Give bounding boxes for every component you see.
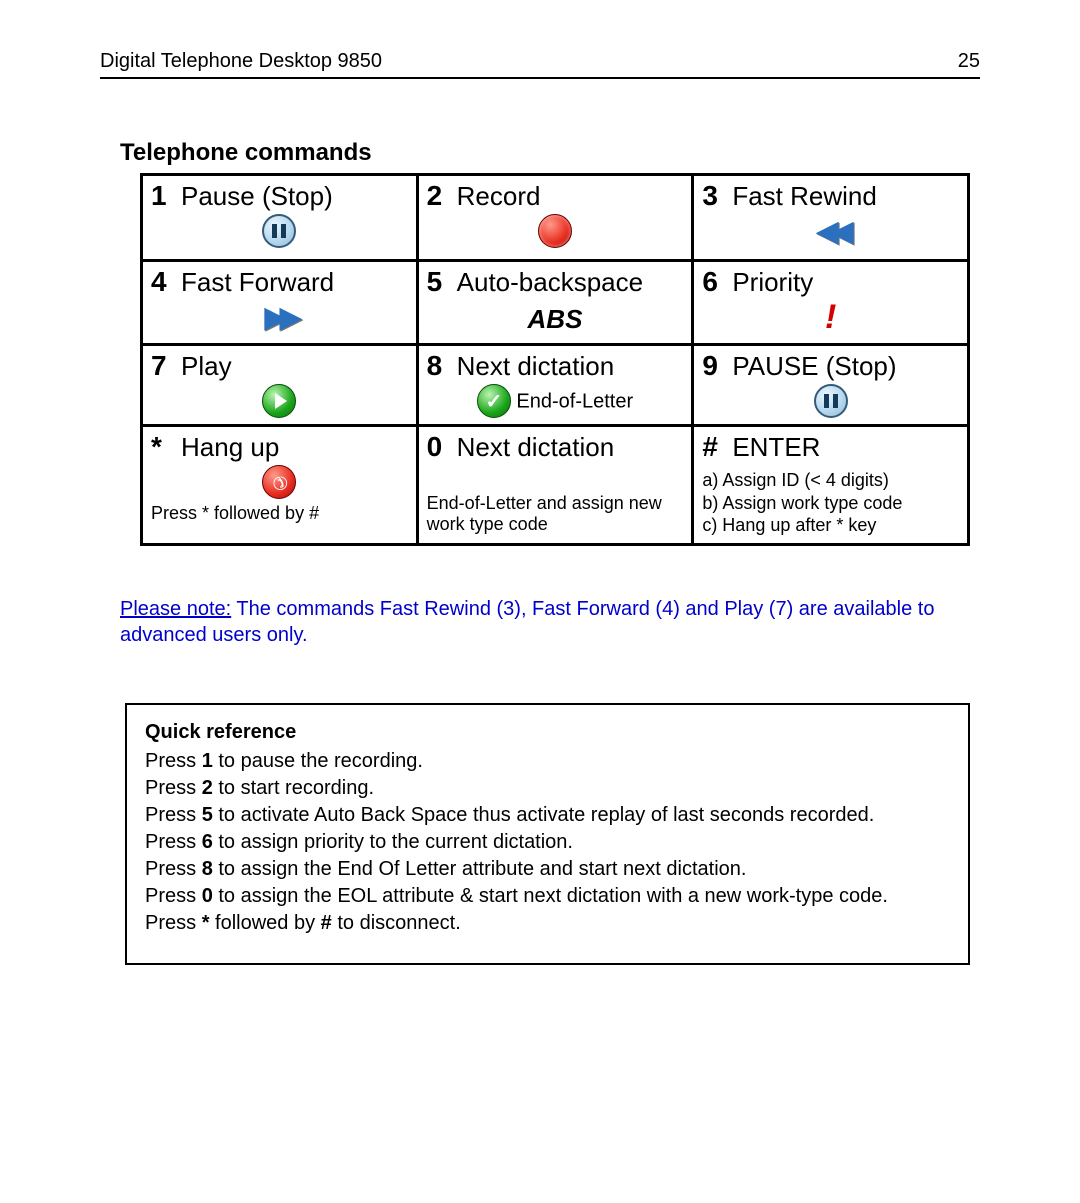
- key-hash: #: [702, 431, 722, 463]
- next-dictation-0-note: End-of-Letter and assign new work type c…: [427, 493, 684, 535]
- cell-6: 6 Priority !: [693, 261, 969, 345]
- cell-9: 9 PAUSE (Stop): [693, 345, 969, 426]
- cell-7: 7 Play: [142, 345, 418, 426]
- label-next-dictation-0: Next dictation: [457, 432, 615, 463]
- quickref-line-4: Press 6 to assign priority to the curren…: [145, 829, 950, 856]
- cell-8: 8 Next dictation ✓ End-of-Letter: [417, 345, 693, 426]
- label-play: Play: [181, 351, 232, 382]
- hangup-icon: ✆: [262, 465, 296, 499]
- label-fast-rewind: Fast Rewind: [732, 181, 877, 212]
- label-priority: Priority: [732, 267, 813, 298]
- quickref-line-5: Press 8 to assign the End Of Letter attr…: [145, 856, 950, 883]
- forward-icon: ▶▶: [264, 301, 294, 334]
- label-pause-9: PAUSE (Stop): [732, 351, 896, 382]
- quickref-line-6: Press 0 to assign the EOL attribute & st…: [145, 883, 950, 910]
- quick-reference-box: Quick reference Press 1 to pause the rec…: [125, 703, 970, 965]
- priority-icon: !: [702, 298, 959, 337]
- cell-star: * Hang up ✆ Press * followed by #: [142, 426, 418, 545]
- enter-note-b: b) Assign work type code: [702, 492, 959, 515]
- commands-table: 1 Pause (Stop) 2 Record 3 Fast Rewind ◀◀ 4F…: [140, 173, 970, 546]
- key-3: 3: [702, 180, 722, 212]
- key-9: 9: [702, 350, 722, 382]
- record-icon: [538, 214, 572, 248]
- key-0: 0: [427, 431, 447, 463]
- rewind-icon: ◀◀: [816, 215, 846, 248]
- end-of-letter-label: End-of-Letter: [516, 391, 633, 413]
- quickref-line-7: Press * followed by # to disconnect.: [145, 910, 950, 937]
- quickref-line-2: Press 2 to start recording.: [145, 775, 950, 802]
- pause-icon-9: [814, 384, 848, 418]
- label-fast-forward: Fast Forward: [181, 267, 334, 298]
- doc-title: Digital Telephone Desktop 9850: [100, 50, 382, 73]
- label-pause: Pause (Stop): [181, 181, 333, 212]
- cell-hash: # ENTER a) Assign ID (< 4 digits) b) Assi…: [693, 426, 969, 545]
- label-next-dictation-8: Next dictation: [457, 351, 615, 382]
- quickref-line-1: Press 1 to pause the recording.: [145, 748, 950, 775]
- cell-4: 4 Fast Forward ▶▶: [142, 261, 418, 345]
- key-2: 2: [427, 180, 447, 212]
- advanced-note: Please note: The commands Fast Rewind (3…: [120, 596, 970, 648]
- key-8: 8: [427, 350, 447, 382]
- play-icon: [262, 384, 296, 418]
- end-of-letter-icon: ✓: [477, 384, 511, 418]
- enter-note-a: a) Assign ID (< 4 digits): [702, 469, 959, 492]
- cell-2: 2 Record: [417, 175, 693, 261]
- key-star: *: [151, 431, 171, 463]
- section-title: Telephone commands: [120, 139, 980, 167]
- cell-5: 5 Auto-backspace ABS: [417, 261, 693, 345]
- enter-note-c: c) Hang up after * key: [702, 514, 959, 537]
- label-hang-up: Hang up: [181, 432, 279, 463]
- cell-3: 3 Fast Rewind ◀◀: [693, 175, 969, 261]
- label-record: Record: [457, 181, 541, 212]
- quickref-title: Quick reference: [145, 719, 950, 746]
- quickref-line-3: Press 5 to activate Auto Back Space thus…: [145, 802, 950, 829]
- page-number: 25: [958, 50, 980, 73]
- note-lead: Please note:: [120, 598, 231, 620]
- hangup-note: Press * followed by #: [151, 503, 408, 524]
- key-1: 1: [151, 180, 171, 212]
- pause-icon: [262, 214, 296, 248]
- note-body: The commands Fast Rewind (3), Fast Forwa…: [120, 598, 934, 646]
- label-enter: ENTER: [732, 432, 820, 463]
- abs-label: ABS: [427, 304, 684, 335]
- key-4: 4: [151, 266, 171, 298]
- page-header: Digital Telephone Desktop 9850 25: [100, 50, 980, 79]
- key-5: 5: [427, 266, 447, 298]
- key-6: 6: [702, 266, 722, 298]
- cell-1: 1 Pause (Stop): [142, 175, 418, 261]
- cell-0: 0 Next dictation End-of-Letter and assign…: [417, 426, 693, 545]
- label-auto-backspace: Auto-backspace: [457, 267, 643, 298]
- key-7: 7: [151, 350, 171, 382]
